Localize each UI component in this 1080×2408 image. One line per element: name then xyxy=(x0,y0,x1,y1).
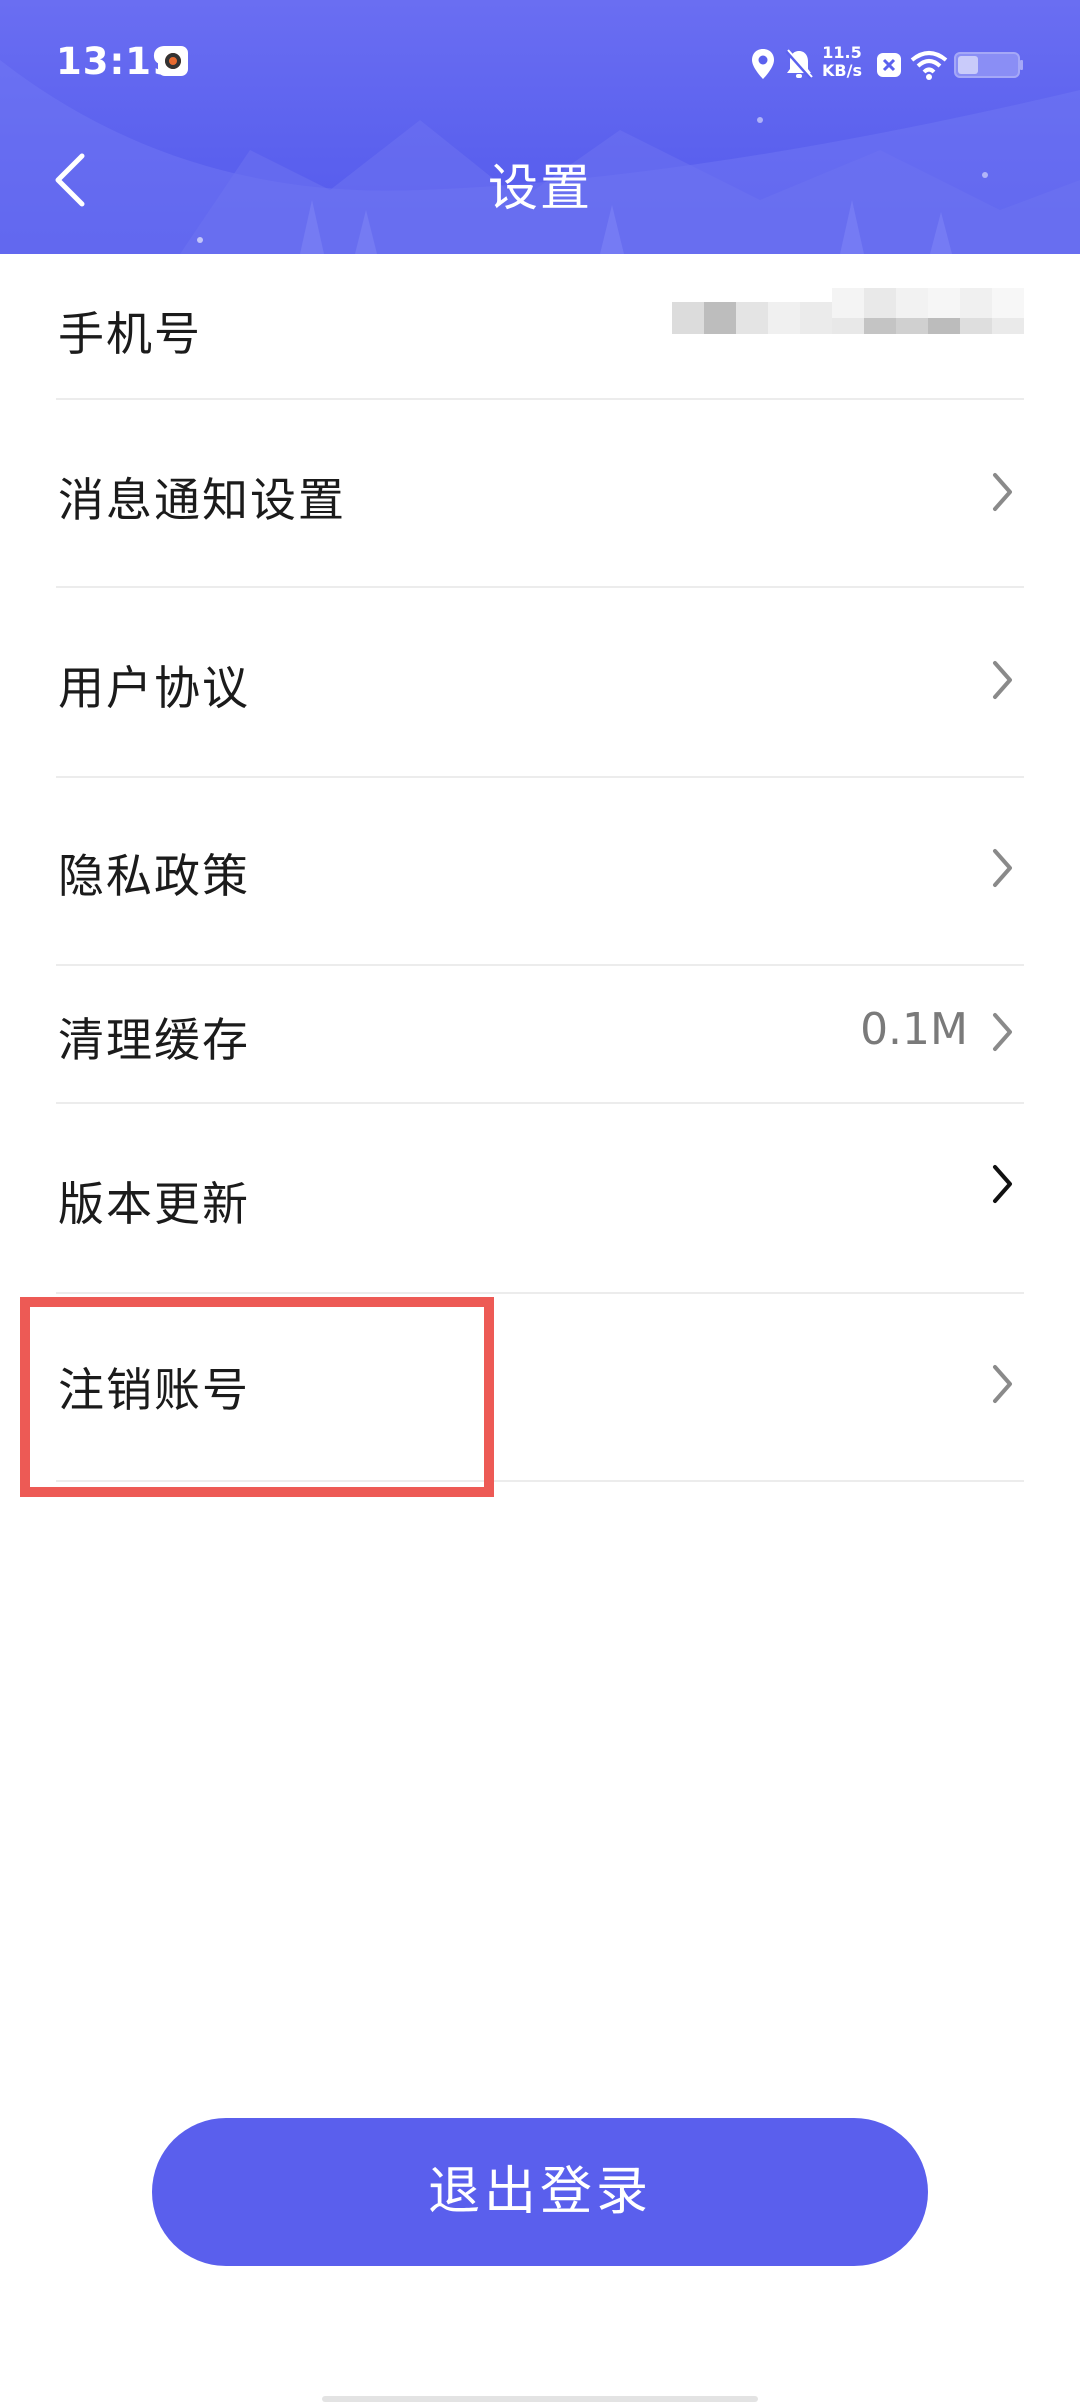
notifications-label: 消息通知设置 xyxy=(58,473,346,527)
clear-cache-label: 清理缓存 xyxy=(58,1013,250,1067)
network-speed: 11.5 KB/s xyxy=(822,44,862,80)
phone-number-masked xyxy=(672,288,1024,334)
version-update-label: 版本更新 xyxy=(58,1177,250,1231)
silent-bell-icon xyxy=(785,49,813,80)
chevron-right-icon xyxy=(993,1365,1012,1403)
settings-row-clear-cache[interactable]: 清理缓存 0.1M xyxy=(56,964,1024,1104)
status-bar: 13:19 11.5 KB/s xyxy=(0,30,1080,100)
network-speed-value: 11.5 xyxy=(822,43,862,62)
wifi-icon xyxy=(910,51,948,80)
chevron-right-icon xyxy=(993,473,1012,511)
chevron-right-icon xyxy=(993,1013,1012,1051)
app-header: 13:19 11.5 KB/s 设置 xyxy=(0,0,1080,254)
settings-row-notifications[interactable]: 消息通知设置 xyxy=(56,398,1024,588)
privacy-policy-label: 隐私政策 xyxy=(58,849,250,903)
home-indicator xyxy=(322,2396,758,2402)
logout-button[interactable]: 退出登录 xyxy=(152,2118,928,2266)
settings-row-version-update[interactable]: 版本更新 xyxy=(56,1102,1024,1294)
highlight-box xyxy=(20,1297,494,1497)
settings-row-user-agreement[interactable]: 用户协议 xyxy=(56,586,1024,778)
page-title: 设置 xyxy=(488,159,592,217)
cache-size-value: 0.1M xyxy=(860,1004,968,1055)
chevron-right-icon xyxy=(993,661,1012,699)
settings-row-phone[interactable]: 手机号 xyxy=(56,254,1024,400)
chevron-right-icon xyxy=(993,1165,1012,1203)
phone-label: 手机号 xyxy=(58,307,202,361)
user-agreement-label: 用户协议 xyxy=(58,661,250,715)
close-badge-icon xyxy=(877,53,901,77)
network-speed-unit: KB/s xyxy=(822,61,862,80)
battery-icon xyxy=(954,52,1023,78)
chevron-right-icon xyxy=(993,849,1012,887)
settings-row-privacy-policy[interactable]: 隐私政策 xyxy=(56,776,1024,966)
location-icon xyxy=(752,49,774,79)
app-notification-icon xyxy=(158,46,188,76)
